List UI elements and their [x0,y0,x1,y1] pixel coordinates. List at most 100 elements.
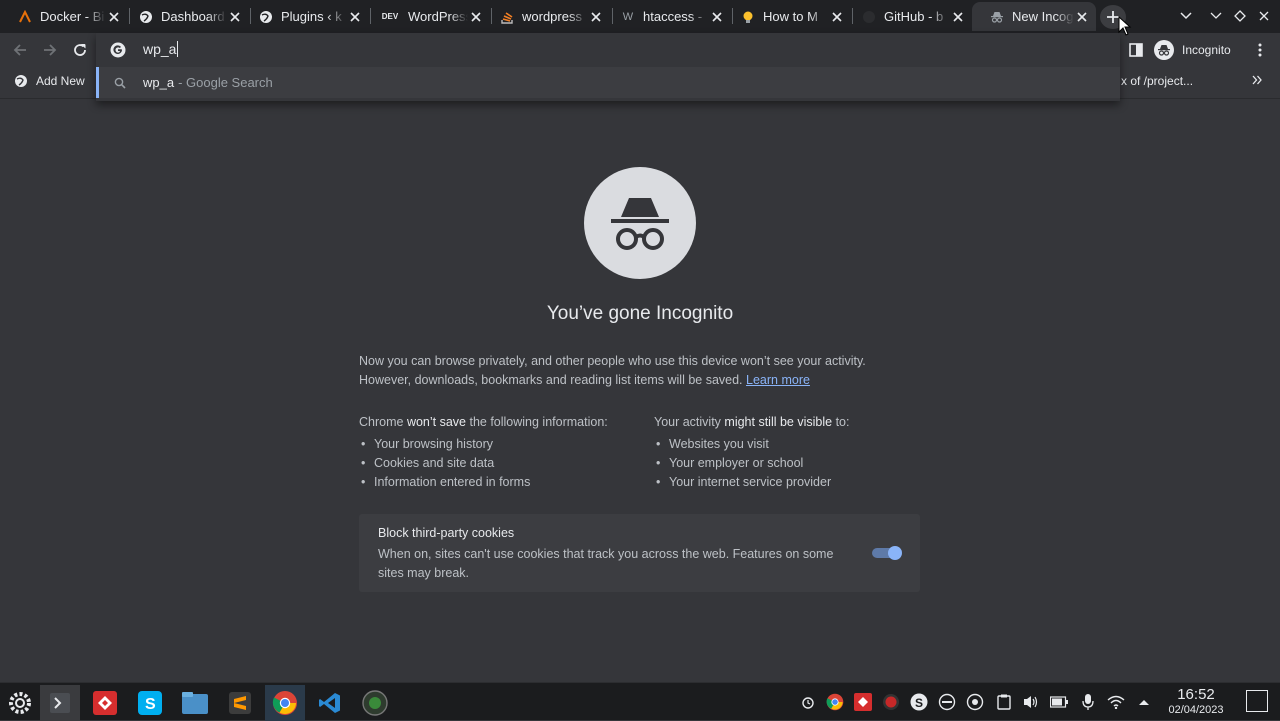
address-input[interactable]: wp_a [143,41,179,57]
record-tray-icon[interactable] [882,693,900,711]
tab-title: How to M [763,9,818,24]
wont-save-heading: Chrome won’t save the following informat… [359,415,608,429]
omnibox[interactable]: wp_a [96,33,1120,67]
tab-title: Plugins ‹ k [281,9,342,24]
volume-icon[interactable] [1022,693,1040,711]
bookmark-label: x of /project... [1121,74,1194,88]
intro-paragraph: Now you can browse privately, and other … [359,352,919,390]
incognito-page: You’ve gone Incognito Now you can browse… [0,100,1280,682]
lightbulb-icon [741,10,755,24]
file-manager-icon[interactable] [175,685,215,721]
omnibox-dropdown: wp_a wp_a - Google Search [96,33,1120,101]
close-icon[interactable] [106,9,122,25]
block-cookies-toggle[interactable] [872,546,902,560]
alarm-icon[interactable] [799,693,817,711]
github-icon [862,10,876,24]
terminal-icon[interactable] [40,685,80,721]
cookies-title: Block third-party cookies [378,526,515,540]
clock-date: 02/04/2023 [1168,704,1224,716]
incognito-profile-button[interactable]: Incognito [1154,38,1231,62]
intro-line-1: Now you can browse privately, and other … [359,354,866,368]
reload-icon[interactable] [70,40,90,60]
globe-icon [15,75,27,87]
vscode-icon[interactable] [310,685,350,721]
tab-wordpress-dev[interactable]: DEV WordPress [362,2,490,31]
suggestion-suffix: - Google Search [178,75,273,90]
globe-icon [139,10,153,24]
side-panel-icon[interactable] [1126,40,1146,60]
close-icon[interactable] [950,9,966,25]
tab-title: htaccess - [643,9,703,24]
tab-title: New Incog [1012,9,1074,24]
bookmark-add-new[interactable]: Add New [14,74,85,88]
page-heading: You’ve gone Incognito [546,303,734,324]
wifi-icon[interactable] [1107,693,1125,711]
incognito-icon [990,10,1004,24]
tab-strip: Docker - Bi Dashboard Plugins ‹ k DEV Wo… [0,0,1280,33]
list-item: Websites you visit [654,435,944,454]
skype-icon[interactable]: S [130,685,170,721]
minimize-chevron-icon[interactable] [1208,8,1224,24]
tab-github[interactable]: GitHub - b [844,2,972,31]
bookmark-index-of-project[interactable]: x of /project... [1121,74,1193,88]
suggestion-query: wp_a [143,75,175,90]
learn-more-link[interactable]: Learn more [746,373,810,387]
docker-icon [18,9,32,24]
close-icon[interactable] [829,9,845,25]
close-icon[interactable] [1074,9,1090,25]
microphone-icon[interactable] [1079,693,1097,711]
forward-arrow-icon[interactable] [40,40,60,60]
os-taskbar: S S 16:52 02/04/2023 [0,682,1280,721]
clipboard-icon[interactable] [995,693,1013,711]
tab-new-incognito[interactable]: New Incog [972,2,1096,31]
tab-title: wordpress [522,9,582,24]
tab-wordpress-so[interactable]: wordpress [482,2,610,31]
tab-docker[interactable]: Docker - Bi [0,2,128,31]
kebab-menu-icon[interactable] [1250,40,1270,60]
battery-icon[interactable] [1050,693,1068,711]
tray-expand-arrow-icon[interactable] [1135,693,1153,711]
maximize-diamond-icon[interactable] [1232,8,1248,24]
tab-title: Dashboard [161,9,225,24]
skype-tray-icon[interactable]: S [910,693,928,711]
wikipedia-icon: W [622,10,634,23]
cookies-description: When on, sites can't use cookies that tr… [378,547,834,580]
profile-label: Incognito [1182,43,1231,57]
globe-app-icon[interactable] [355,685,395,721]
still-visible-column: Your activity might still be visible to:… [654,413,944,492]
anydesk-tray-icon[interactable] [854,693,872,711]
chrome-tray-icon[interactable] [826,693,844,711]
tab-howto[interactable]: How to M [723,2,851,31]
list-item: Your browsing history [359,435,649,454]
vpn-tray-icon[interactable] [938,693,956,711]
shield-tray-icon[interactable] [966,693,984,711]
back-arrow-icon[interactable] [10,40,30,60]
bookmark-label: Add New [36,74,85,88]
close-window-icon[interactable] [1256,8,1272,24]
incognito-avatar-icon [1154,40,1174,60]
tab-htaccess[interactable]: W htaccess - [603,2,731,31]
tab-search-chevron-icon[interactable] [1178,8,1194,24]
google-icon [110,42,126,58]
clock-time: 16:52 [1177,686,1215,703]
globe-icon [259,10,273,24]
tab-dashboard[interactable]: Dashboard [121,2,249,31]
suggestion-google-search[interactable]: wp_a - Google Search [96,67,1120,98]
stackoverflow-icon [500,10,514,24]
close-icon[interactable] [347,9,363,25]
sublime-text-icon[interactable] [220,685,260,721]
svg-text:S: S [145,696,156,713]
chrome-taskbar-icon[interactable] [265,685,305,721]
anydesk-icon[interactable] [85,685,125,721]
block-cookies-card: Block third-party cookies When on, sites… [359,514,920,592]
wont-save-column: Chrome won’t save the following informat… [359,413,649,492]
app-launcher-gear-icon[interactable] [0,685,40,721]
intro-line-2: However, downloads, bookmarks and readin… [359,373,810,387]
tab-plugins[interactable]: Plugins ‹ k [241,2,369,31]
bookmarks-overflow-chevron-icon[interactable] [1252,75,1262,85]
system-clock[interactable]: 16:52 02/04/2023 [1160,687,1232,717]
svg-text:S: S [915,696,923,710]
show-desktop-button[interactable] [1246,690,1268,712]
close-icon[interactable] [588,9,604,25]
dev-icon: DEV [381,12,399,21]
